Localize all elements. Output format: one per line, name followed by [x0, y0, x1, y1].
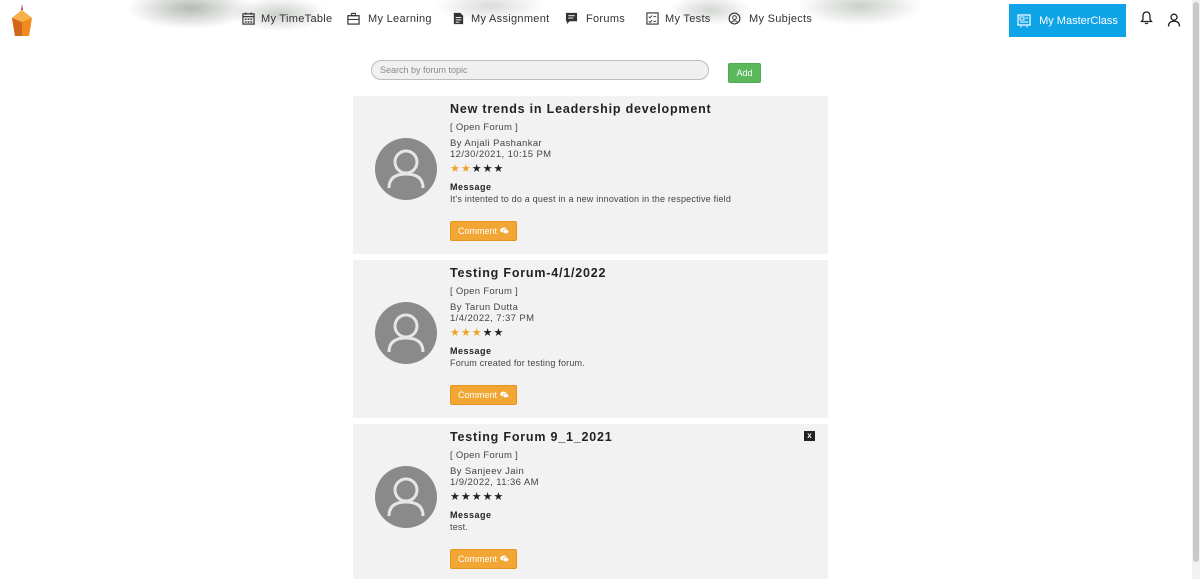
nav-item-forums[interactable]: Forums — [565, 12, 625, 25]
vertical-scrollbar[interactable] — [1192, 0, 1200, 579]
nav-item-subjects[interactable]: My Subjects — [728, 12, 812, 25]
user-placeholder-icon — [387, 313, 425, 353]
comment-label: Comment — [457, 226, 497, 236]
star-icon[interactable]: ★ — [450, 327, 461, 339]
forum-author: By Sanjeev Jain — [450, 466, 525, 477]
calendar-icon — [242, 12, 255, 25]
rating-stars[interactable]: ★★★★★ — [450, 491, 810, 503]
star-icon[interactable]: ★ — [450, 163, 461, 175]
forum-card: New trends in Leadership development [ O… — [353, 96, 828, 254]
comment-label: Comment — [457, 554, 497, 564]
star-icon[interactable]: ★ — [494, 327, 505, 339]
message-label: Message — [450, 510, 492, 520]
forum-date: 1/9/2022, 11:36 AM — [450, 477, 539, 488]
delete-forum-button[interactable]: x — [804, 431, 815, 441]
avatar — [375, 138, 437, 200]
forum-title[interactable]: New trends in Leadership development — [450, 102, 810, 116]
forum-card: Testing Forum-4/1/2022 [ Open Forum ] By… — [353, 260, 828, 418]
rating-stars[interactable]: ★★★★★ — [450, 163, 810, 175]
star-icon[interactable]: ★ — [472, 163, 483, 175]
forum-date: 1/4/2022, 7:37 PM — [450, 313, 535, 324]
star-icon[interactable]: ★ — [461, 163, 472, 175]
forum-title[interactable]: Testing Forum 9_1_2021 — [450, 430, 810, 444]
forum-card-body: New trends in Leadership development [ O… — [450, 102, 810, 205]
forum-date: 12/30/2021, 10:15 PM — [450, 149, 552, 160]
star-icon[interactable]: ★ — [472, 491, 483, 503]
message-text: test. — [450, 522, 469, 532]
nav-item-tests[interactable]: My Tests — [646, 12, 711, 25]
forum-type-tag: [ Open Forum ] — [450, 450, 519, 461]
forum-type-tag: [ Open Forum ] — [450, 122, 519, 133]
forum-title[interactable]: Testing Forum-4/1/2022 — [450, 266, 810, 280]
avatar — [375, 302, 437, 364]
comments-icon — [500, 391, 509, 399]
star-icon[interactable]: ★ — [461, 491, 472, 503]
star-icon[interactable]: ★ — [483, 327, 494, 339]
star-icon[interactable]: ★ — [450, 491, 461, 503]
add-forum-button[interactable]: Add — [728, 63, 761, 83]
star-icon[interactable]: ★ — [483, 491, 494, 503]
star-icon[interactable]: ★ — [472, 327, 483, 339]
forum-search-input[interactable] — [371, 60, 709, 80]
chat-icon — [565, 12, 578, 25]
forum-type-tag: [ Open Forum ] — [450, 286, 519, 297]
masterclass-icon — [1017, 13, 1031, 27]
nav-item-timetable[interactable]: My TimeTable — [242, 12, 332, 25]
star-icon[interactable]: ★ — [494, 491, 505, 503]
user-placeholder-icon — [387, 477, 425, 517]
forum-author: By Tarun Dutta — [450, 302, 519, 313]
briefcase-icon — [347, 12, 360, 25]
star-icon[interactable]: ★ — [483, 163, 494, 175]
comment-label: Comment — [457, 390, 497, 400]
forum-card-body: Testing Forum-4/1/2022 [ Open Forum ] By… — [450, 266, 810, 369]
avatar — [375, 466, 437, 528]
user-profile-icon[interactable] — [1167, 13, 1181, 27]
nav-label: My TimeTable — [261, 12, 333, 25]
star-icon[interactable]: ★ — [494, 163, 505, 175]
nav-label: Forums — [586, 12, 626, 25]
comment-button[interactable]: Comment — [450, 221, 517, 241]
message-label: Message — [450, 346, 492, 356]
comment-button[interactable]: Comment — [450, 549, 517, 569]
test-icon — [646, 12, 659, 25]
subjects-icon — [728, 12, 741, 25]
comments-icon — [500, 555, 509, 563]
rating-stars[interactable]: ★★★★★ — [450, 327, 810, 339]
message-label: Message — [450, 182, 492, 192]
masterclass-label: My MasterClass — [1039, 14, 1118, 27]
document-icon — [453, 12, 464, 25]
message-text: Forum created for testing forum. — [450, 358, 585, 368]
nav-label: My Assignment — [471, 12, 550, 25]
nav-label: My Tests — [665, 12, 711, 25]
nav-item-assignment[interactable]: My Assignment — [452, 12, 549, 25]
star-icon[interactable]: ★ — [461, 327, 472, 339]
logo-icon[interactable] — [10, 4, 34, 38]
message-text: It's intented to do a quest in a new inn… — [450, 194, 732, 204]
scrollbar-thumb[interactable] — [1193, 2, 1199, 562]
nav-item-learning[interactable]: My Learning — [347, 12, 432, 25]
forum-author: By Anjali Pashankar — [450, 138, 543, 149]
masterclass-button[interactable]: My MasterClass — [1009, 4, 1126, 37]
nav-label: My Subjects — [749, 12, 813, 25]
nav-label: My Learning — [368, 12, 432, 25]
top-header: My TimeTable My Learning My Assignment F… — [0, 0, 1200, 40]
forum-card-body: Testing Forum 9_1_2021 [ Open Forum ] By… — [450, 430, 810, 533]
comments-icon — [500, 227, 509, 235]
user-placeholder-icon — [387, 149, 425, 189]
comment-button[interactable]: Comment — [450, 385, 517, 405]
forum-card: Testing Forum 9_1_2021 [ Open Forum ] By… — [353, 424, 828, 579]
bell-icon[interactable] — [1140, 11, 1153, 25]
